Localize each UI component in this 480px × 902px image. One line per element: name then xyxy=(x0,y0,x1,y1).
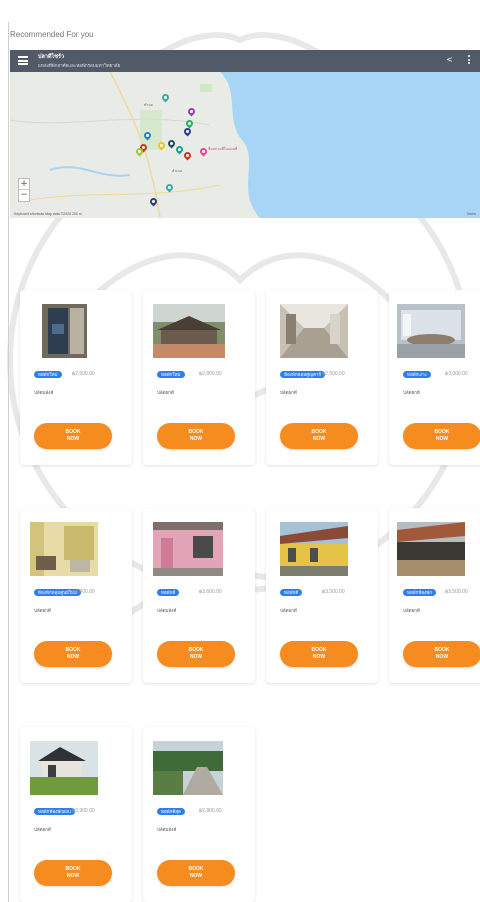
listing-card[interactable]: หอพักใหม่ ฿2,800.00 ปลัดยกดี BOOK NOW xyxy=(143,290,255,465)
listing-type-badge: หอพักเงาะ xyxy=(403,371,432,378)
listing-photo[interactable] xyxy=(30,741,98,795)
listing-card[interactable]: ห้องพักหลุมศูญคาร์ ฿2,500.00 ปลัดยกดี BOOK … xyxy=(266,290,378,465)
map-pin-icon[interactable] xyxy=(176,146,183,155)
listing-location: ปลัดบลังค์ xyxy=(34,390,54,395)
map-pin-icon[interactable] xyxy=(168,140,175,149)
book-now-button[interactable]: BOOK NOW xyxy=(280,641,358,667)
listing-card[interactable]: หอพักห้องพัก ฿3,500.00 ปลัดยกดี BOOK NOW xyxy=(389,508,480,683)
map-pin-icon[interactable] xyxy=(184,152,191,161)
map-pin-icon[interactable] xyxy=(188,108,195,117)
listing-type-badge: ห้องพักหลุมศูญคาร์ xyxy=(280,371,325,378)
map-place-label: ตำบล xyxy=(144,103,153,107)
listing-price: ฿3,000.00 xyxy=(445,371,468,377)
book-now-label: BOOK NOW xyxy=(188,647,204,660)
map-subtitle: แหล่งที่พักอาศัยและหอพักรอบมหาวิทยาลัย xyxy=(38,63,121,68)
listing-location: ปลัดยกดี xyxy=(280,608,297,613)
listing-photo[interactable] xyxy=(153,522,223,576)
listing-price: ฿3,500.00 xyxy=(445,589,468,595)
listing-location: ปลัดยกดี xyxy=(403,390,420,395)
listing-type-badge: หอพักดีสุด xyxy=(157,808,185,815)
book-now-label: BOOK NOW xyxy=(65,866,81,879)
listing-price: ฿2,800.00 xyxy=(199,371,222,377)
map-pin-icon[interactable] xyxy=(136,148,143,157)
map-tiles[interactable] xyxy=(10,50,480,218)
map-header: ปลาดีไซร้ว แหล่งที่พักอาศัยและหอพักรอบมห… xyxy=(10,50,480,72)
book-now-label: BOOK NOW xyxy=(188,429,204,442)
listing-card[interactable]: หอพักเงาะ ฿3,000.00 ปลัดยกดี BOOK NOW xyxy=(389,290,480,465)
listing-photo[interactable] xyxy=(153,741,223,795)
map-pin-icon[interactable] xyxy=(144,132,151,141)
listing-type-badge: หอพักห้องพัก xyxy=(403,589,436,596)
listing-location: ปลัดยกดี xyxy=(34,608,51,613)
map-place-label: อำเภอ xyxy=(172,169,182,173)
map-title: ปลาดีไซร้ว xyxy=(38,54,65,60)
book-now-button[interactable]: BOOK NOW xyxy=(403,423,480,449)
book-now-label: BOOK NOW xyxy=(65,429,81,442)
book-now-button[interactable]: BOOK NOW xyxy=(34,641,112,667)
book-now-label: BOOK NOW xyxy=(434,429,450,442)
listing-location: ปลัดบลังค์ xyxy=(157,608,177,613)
listing-map[interactable]: ปลาดีไซร้ว แหล่งที่พักอาศัยและหอพักรอบมห… xyxy=(10,50,480,218)
listing-photo[interactable] xyxy=(397,522,465,576)
listing-card[interactable]: หอพักใหม่ ฿2,500.00 ปลัดบลังค์ BOOK NOW xyxy=(20,290,132,465)
listing-type-badge: หอพักดี xyxy=(280,589,303,596)
map-pin-icon[interactable] xyxy=(150,198,157,207)
book-now-button[interactable]: BOOK NOW xyxy=(157,423,235,449)
zoom-in-button[interactable]: + xyxy=(19,179,29,190)
listing-price: ฿3,600.00 xyxy=(199,589,222,595)
listing-price: ฿3,900.00 xyxy=(72,808,95,814)
listing-type-badge: หอพักดี xyxy=(157,589,180,596)
listing-price: ฿2,800.00 xyxy=(199,808,222,814)
book-now-label: BOOK NOW xyxy=(188,866,204,879)
listing-location: ปลัดยกดี xyxy=(403,608,420,613)
map-pin-icon[interactable] xyxy=(162,94,169,103)
listing-location: ปลัดยกดี xyxy=(157,390,174,395)
listing-card[interactable]: ห้องพักหลุมศูนย์ใหม่ ฿4,000.00 ปลัดยกดี BOO… xyxy=(20,508,132,683)
map-pin-icon[interactable] xyxy=(158,142,165,151)
listing-card[interactable]: หอพักดี ฿3,500.00 ปลัดยกดี BOOK NOW xyxy=(266,508,378,683)
listing-photo[interactable] xyxy=(280,304,348,358)
map-place-label: ชื่อสถานที่ในแผนที่ xyxy=(208,147,238,151)
more-options-icon[interactable] xyxy=(466,55,472,65)
book-now-label: BOOK NOW xyxy=(311,647,327,660)
share-icon[interactable]: < xyxy=(446,56,454,64)
book-now-label: BOOK NOW xyxy=(434,647,450,660)
map-attribution[interactable]: Keyboard shortcuts Map data ©2020 200 m xyxy=(14,212,82,216)
map-terms-link[interactable]: Terms xyxy=(466,212,476,216)
listing-price: ฿3,500.00 xyxy=(322,589,345,595)
listing-card[interactable]: หอพักห้องพักสงบ ฿3,900.00 ปลัดยกดี BOOK NOW xyxy=(20,727,132,902)
listing-type-badge: หอพักใหม่ xyxy=(157,371,185,378)
book-now-button[interactable]: BOOK NOW xyxy=(403,641,480,667)
book-now-button[interactable]: BOOK NOW xyxy=(157,641,235,667)
listing-location: ปลัดยกดี xyxy=(34,827,51,832)
book-now-button[interactable]: BOOK NOW xyxy=(157,860,235,886)
map-pin-icon[interactable] xyxy=(166,184,173,193)
listing-card[interactable]: หอพักดีสุด ฿2,800.00 ปลัดบลังค์ BOOK NOW xyxy=(143,727,255,902)
listing-photo[interactable] xyxy=(397,304,465,358)
listing-card[interactable]: หอพักดี ฿3,600.00 ปลัดบลังค์ BOOK NOW xyxy=(143,508,255,683)
listing-location: ปลัดยกดี xyxy=(280,390,297,395)
map-pin-icon[interactable] xyxy=(184,128,191,137)
book-now-button[interactable]: BOOK NOW xyxy=(34,860,112,886)
map-pin-icon[interactable] xyxy=(200,148,207,157)
listing-price: ฿4,000.00 xyxy=(72,589,95,595)
book-now-button[interactable]: BOOK NOW xyxy=(34,423,112,449)
listing-type-badge: หอพักใหม่ xyxy=(34,371,62,378)
listing-type-badge: หอพักห้องพักสงบ xyxy=(34,808,75,815)
listing-photo[interactable] xyxy=(153,304,225,358)
map-zoom-control[interactable]: + − xyxy=(18,178,30,202)
menu-icon[interactable] xyxy=(18,56,28,65)
book-now-label: BOOK NOW xyxy=(311,429,327,442)
content-border xyxy=(8,22,9,902)
listing-price: ฿2,500.00 xyxy=(72,371,95,377)
zoom-out-button[interactable]: − xyxy=(19,190,29,201)
listing-photo[interactable] xyxy=(42,304,87,358)
book-now-label: BOOK NOW xyxy=(65,647,81,660)
book-now-button[interactable]: BOOK NOW xyxy=(280,423,358,449)
listing-photo[interactable] xyxy=(280,522,348,576)
listing-photo[interactable] xyxy=(30,522,98,576)
section-title: Recommended For you xyxy=(10,30,94,39)
listing-price: ฿2,500.00 xyxy=(322,371,345,377)
listing-location: ปลัดบลังค์ xyxy=(157,827,177,832)
